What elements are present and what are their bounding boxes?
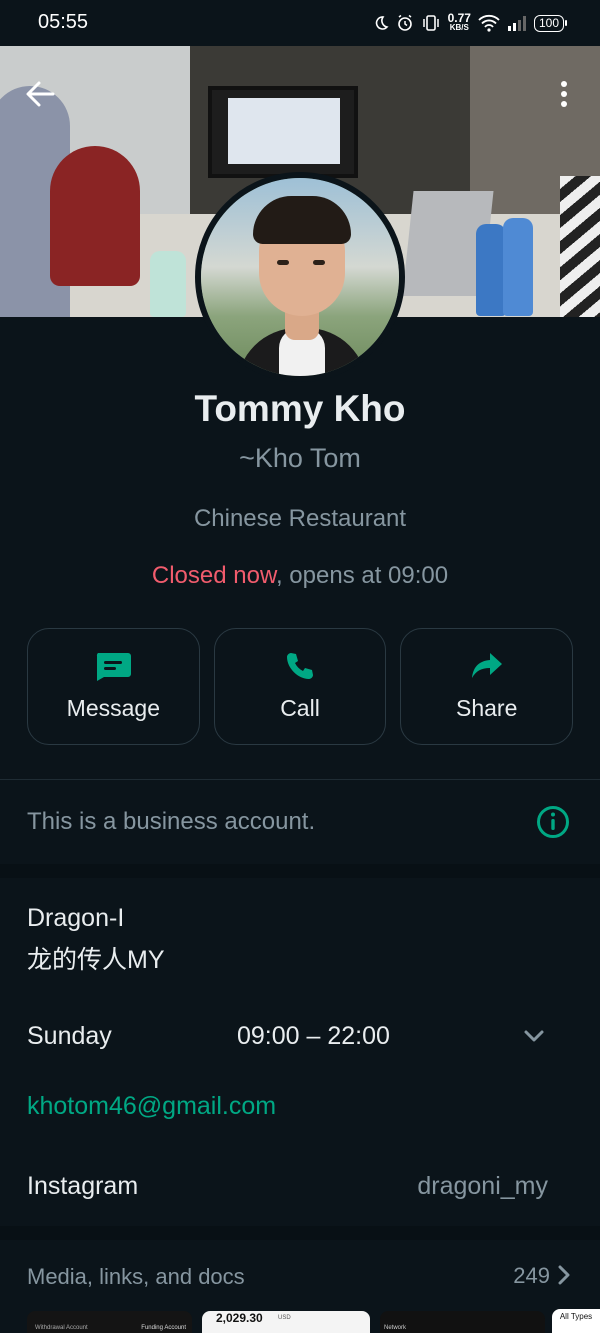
media-title: Media, links, and docs xyxy=(27,1264,245,1289)
section-gap xyxy=(0,1226,600,1240)
message-button[interactable]: Message xyxy=(27,628,200,745)
profile-avatar[interactable] xyxy=(195,172,405,382)
more-options-button[interactable] xyxy=(550,76,578,112)
network-speed: 0.77 KB/S xyxy=(447,11,471,32)
status-icons: 0.77 KB/S 100 xyxy=(373,10,568,36)
moon-icon xyxy=(375,16,389,30)
share-label: Share xyxy=(455,695,518,721)
opens-at-text: , opens at 09:00 xyxy=(275,562,449,589)
call-button[interactable]: Call xyxy=(213,628,387,745)
message-label: Message xyxy=(66,695,160,721)
share-button[interactable]: Share xyxy=(400,628,574,745)
arrow-left-icon xyxy=(26,81,55,107)
business-category: Chinese Restaurant xyxy=(193,505,407,532)
business-hours-status: Closed now, opens at 09:00 xyxy=(0,562,600,590)
action-buttons: Message Call Share xyxy=(27,628,574,745)
business-account-text: This is a business account. xyxy=(27,808,316,835)
media-thumbnail[interactable]: 2,029.30 USD xyxy=(202,1311,370,1333)
email-link[interactable]: khotom46@gmail.com xyxy=(27,1092,276,1121)
business-details: Dragon-I 龙的传人MY Sunday 09:00 – 22:00 kho… xyxy=(0,878,600,1226)
media-thumbnail[interactable]: Network xyxy=(380,1311,545,1333)
media-links-docs[interactable]: Media, links, and docs 249 Withdrawal Ac… xyxy=(0,1240,600,1333)
alarm-icon xyxy=(397,14,412,31)
chevron-right-icon xyxy=(558,1265,570,1285)
status-bar: 05:55 0.77 KB/S 100 xyxy=(0,0,600,46)
signal-icon xyxy=(507,16,526,31)
profile-subname: ~Kho Tom xyxy=(239,443,361,473)
battery-indicator: 100 xyxy=(533,14,568,32)
profile-name: Tommy Kho xyxy=(194,388,406,429)
wifi-icon xyxy=(478,14,500,32)
hours-day[interactable]: Sunday xyxy=(27,1022,112,1051)
vibrate-icon xyxy=(422,15,439,31)
info-icon[interactable] xyxy=(536,805,570,839)
business-description-line1: Dragon-I xyxy=(27,904,125,932)
instagram-label: Instagram xyxy=(27,1172,139,1200)
message-icon xyxy=(97,653,132,681)
back-button[interactable] xyxy=(22,76,58,112)
phone-icon xyxy=(287,653,313,679)
section-gap xyxy=(0,864,600,878)
chevron-down-icon[interactable] xyxy=(520,1022,548,1050)
status-time: 05:55 xyxy=(38,11,89,33)
business-description-line2: 龙的传人MY xyxy=(27,946,165,974)
media-count: 249 xyxy=(513,1263,550,1288)
more-vertical-icon xyxy=(561,81,567,107)
hours-range[interactable]: 09:00 – 22:00 xyxy=(237,1022,390,1051)
call-label: Call xyxy=(280,695,320,721)
business-account-notice[interactable]: This is a business account. xyxy=(0,780,600,864)
share-icon xyxy=(471,653,502,678)
closed-status: Closed now xyxy=(151,562,276,589)
media-thumbnail[interactable]: Withdrawal Account Funding Account xyxy=(27,1311,192,1333)
instagram-handle[interactable]: dragoni_my xyxy=(417,1172,548,1201)
overlay-pill[interactable]: All Types xyxy=(552,1309,600,1333)
